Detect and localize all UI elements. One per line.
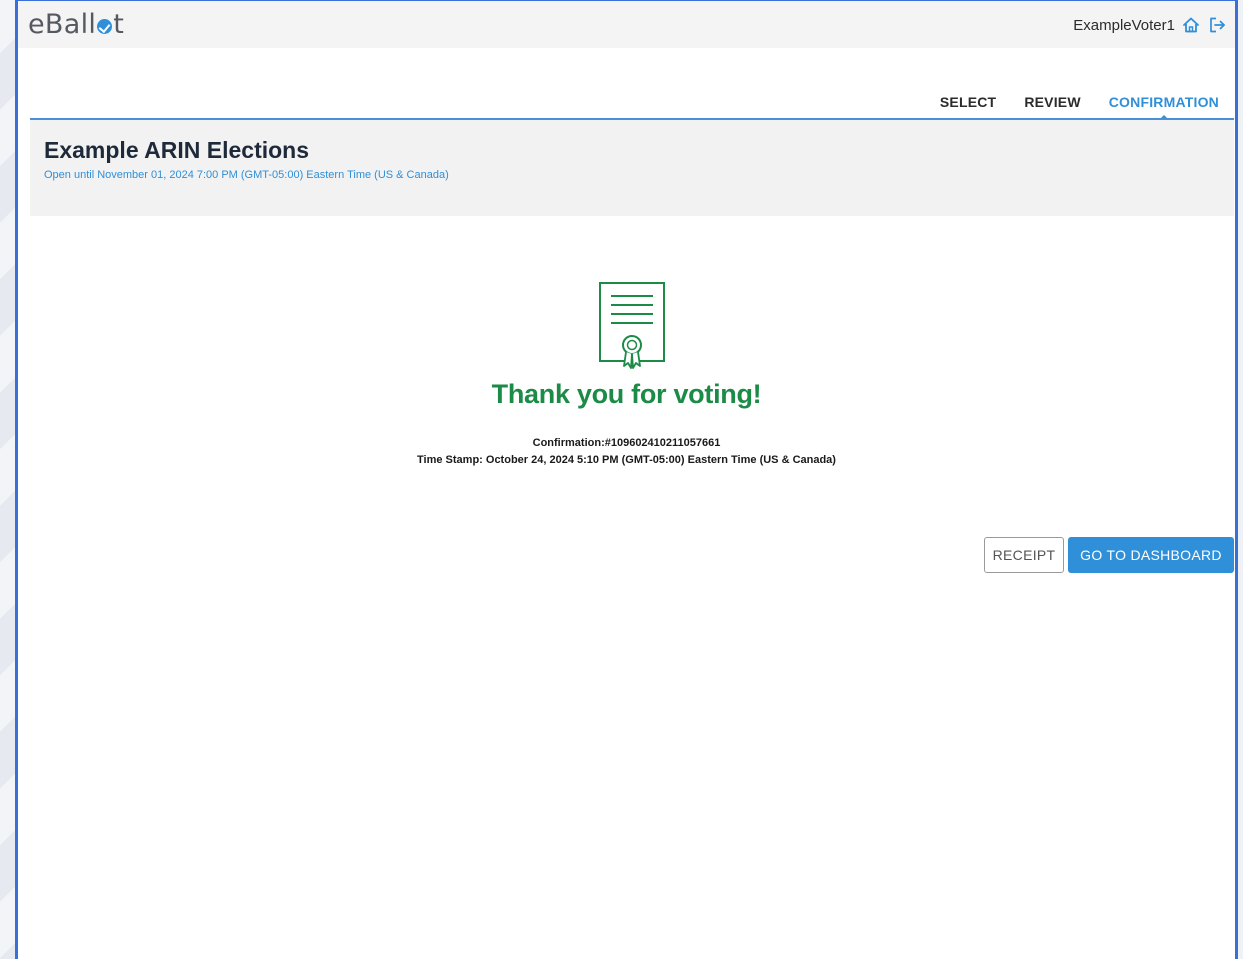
app-window: eBall t ExampleVoter1 SELECT REVIEW CONF… [15, 0, 1238, 959]
thank-you-heading: Thank you for voting! [491, 379, 762, 409]
username: ExampleVoter1 [1073, 16, 1175, 34]
election-header: Example ARIN Elections Open until Novemb… [30, 120, 1234, 216]
confirmation-number: Confirmation:#109602410211057661 [532, 437, 721, 449]
tab-select[interactable]: SELECT [940, 94, 996, 110]
election-deadline: Open until November 01, 2024 7:00 PM (GM… [44, 169, 449, 181]
top-bar: eBall t ExampleVoter1 [18, 1, 1235, 48]
tab-confirmation[interactable]: CONFIRMATION [1109, 94, 1219, 121]
home-icon[interactable] [1181, 15, 1201, 35]
receipt-button[interactable]: RECEIPT [984, 537, 1064, 573]
election-title: Example ARIN Elections [44, 137, 310, 163]
certificate-icon [597, 281, 667, 371]
step-tabs: SELECT REVIEW CONFIRMATION [940, 94, 1219, 121]
time-stamp: Time Stamp: October 24, 2024 5:10 PM (GM… [417, 454, 836, 466]
check-circle-icon [97, 19, 113, 34]
go-to-dashboard-button[interactable]: GO TO DASHBOARD [1068, 537, 1234, 573]
tab-review[interactable]: REVIEW [1024, 94, 1080, 110]
user-area: ExampleVoter1 [1073, 15, 1227, 35]
app-logo[interactable]: eBall t [28, 9, 124, 40]
logo-text-left: eBall [28, 9, 97, 40]
logo-text-right: t [113, 9, 125, 40]
logout-icon[interactable] [1207, 15, 1227, 35]
